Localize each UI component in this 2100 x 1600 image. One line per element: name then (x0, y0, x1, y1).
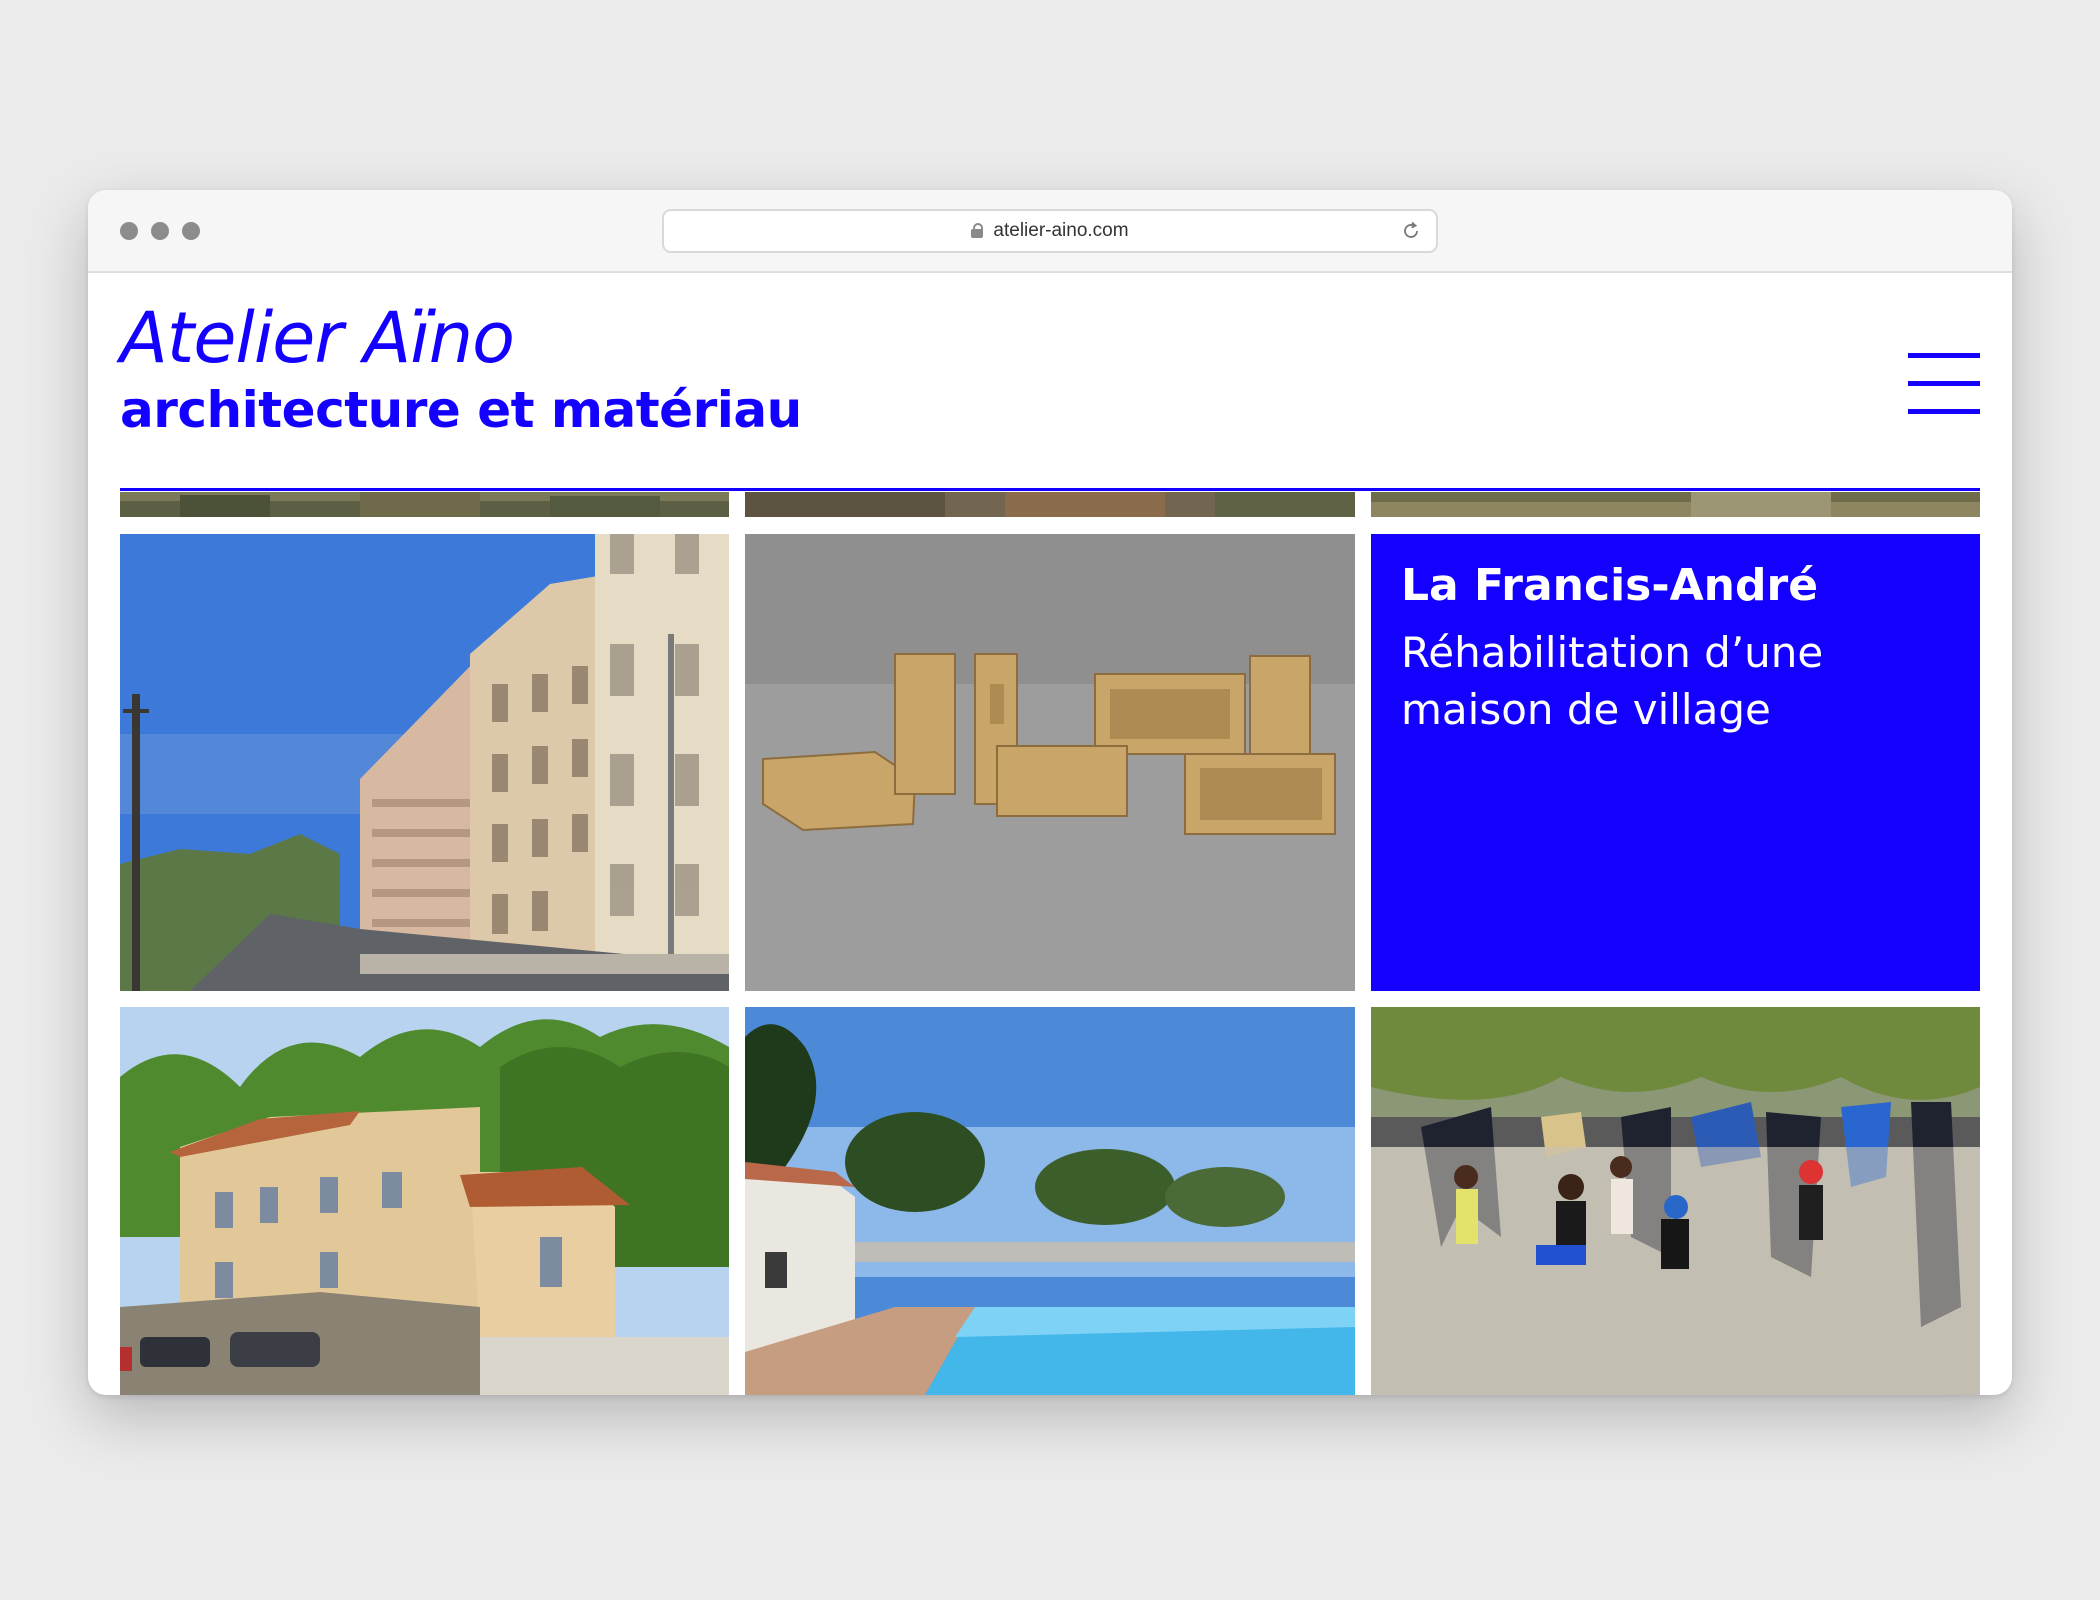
project-image-apartment-street (120, 534, 729, 991)
featured-project-card[interactable]: La Francis-André Réhabilitation d’une ma… (1371, 534, 1980, 991)
project-image-earth-bricks (745, 534, 1355, 991)
header-divider (120, 488, 1980, 491)
url-text: atelier-aino.com (993, 220, 1129, 241)
reload-icon[interactable] (1400, 220, 1422, 242)
browser-toolbar: atelier-aino.com (88, 190, 2012, 273)
hamburger-menu-icon[interactable] (1908, 353, 1982, 415)
project-image-village-house (120, 1007, 729, 1395)
project-tile[interactable] (120, 1007, 729, 1395)
project-tile[interactable] (120, 534, 729, 991)
project-tile-partial[interactable] (120, 492, 729, 517)
close-window-button[interactable] (120, 222, 138, 240)
minimize-window-button[interactable] (151, 222, 169, 240)
address-bar[interactable]: atelier-aino.com (662, 209, 1438, 253)
project-tile[interactable] (745, 1007, 1355, 1395)
project-tile-partial[interactable] (1371, 492, 1980, 517)
project-image (1371, 492, 1980, 517)
project-image-kids-playground (1371, 1007, 1980, 1395)
site-logo-title[interactable]: Atelier Aïno (120, 303, 515, 373)
site-header: Atelier Aïno architecture et matériau (88, 273, 2012, 513)
project-tile[interactable] (745, 534, 1355, 991)
project-tile[interactable] (1371, 1007, 1980, 1395)
maximize-window-button[interactable] (182, 222, 200, 240)
featured-project-title: La Francis-André (1401, 560, 1819, 611)
browser-window: atelier-aino.com Atelier Aïno architectu… (88, 190, 2012, 1395)
project-tile-partial[interactable] (745, 492, 1355, 517)
window-controls (120, 222, 200, 240)
project-image (120, 492, 729, 517)
lock-icon (971, 222, 984, 238)
project-image (745, 492, 1355, 517)
site-tagline: architecture et matériau (120, 381, 802, 439)
featured-project-description: Réhabilitation d’une maison de village (1401, 628, 1824, 734)
project-image-pool (745, 1007, 1355, 1395)
